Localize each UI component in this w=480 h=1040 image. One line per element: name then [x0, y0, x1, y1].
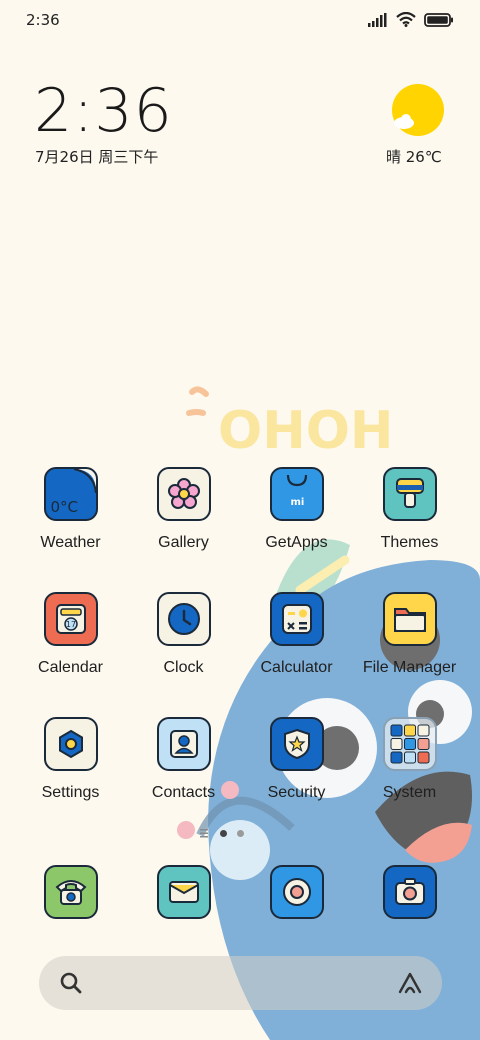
- message-icon: [156, 865, 211, 919]
- weather-widget-summary: 晴 26℃: [386, 148, 442, 166]
- weather-icon-text: 0°C: [50, 498, 79, 516]
- shield-icon: [269, 717, 324, 771]
- folder-icon: [382, 592, 437, 646]
- app-label: Themes: [380, 534, 439, 551]
- status-bar-time: 2:36: [26, 11, 60, 29]
- app-security[interactable]: Security: [240, 717, 353, 802]
- signal-icon: [368, 12, 387, 27]
- battery-icon: [424, 12, 453, 27]
- app-themes[interactable]: Themes: [353, 467, 466, 552]
- app-settings[interactable]: Settings: [14, 717, 127, 802]
- page-dot: [237, 829, 244, 837]
- app-label: File Manager: [362, 659, 457, 676]
- app-gallery[interactable]: Gallery: [127, 467, 240, 552]
- app-label: Contacts: [151, 784, 216, 801]
- app-file-manager[interactable]: File Manager: [353, 592, 466, 677]
- camera-icon: [382, 865, 437, 919]
- shopping-bag-icon: mi: [269, 467, 324, 521]
- app-label: Calendar: [38, 659, 103, 676]
- folder-grid-icon: [382, 717, 437, 771]
- getapps-icon-text: mi: [290, 497, 305, 508]
- search-icon: [60, 972, 82, 994]
- calendar-icon-text: 17: [65, 620, 75, 629]
- weather-icon: 0°C: [43, 467, 98, 521]
- calculator-icon: [269, 592, 324, 646]
- app-label: Calculator: [260, 659, 333, 676]
- dock-messages[interactable]: [127, 865, 240, 919]
- wallpaper-graffiti: OHOH: [218, 401, 393, 461]
- app-label: Weather: [40, 534, 101, 551]
- app-label: Settings: [41, 784, 100, 801]
- feed-lines-icon: [200, 829, 208, 838]
- dock-browser[interactable]: [240, 865, 353, 919]
- status-bar-icons: [368, 12, 454, 27]
- app-contacts[interactable]: Contacts: [127, 717, 240, 802]
- paint-roller-icon: [382, 467, 437, 521]
- app-clock[interactable]: Clock: [127, 592, 240, 677]
- clock-widget-time[interactable]: 2:36: [34, 76, 173, 146]
- page-dot-active: [220, 829, 227, 837]
- page-indicator[interactable]: [200, 828, 244, 838]
- dock-camera[interactable]: [353, 865, 466, 919]
- app-folder-system[interactable]: System: [353, 717, 466, 802]
- contact-card-icon: [156, 717, 211, 771]
- dock-phone[interactable]: [14, 865, 127, 919]
- app-calculator[interactable]: Calculator: [240, 592, 353, 677]
- phone-icon: [43, 865, 98, 919]
- search-bar[interactable]: [39, 956, 442, 1010]
- browser-icon: [269, 865, 324, 919]
- app-label: System: [382, 784, 437, 801]
- app-label: GetApps: [265, 534, 328, 551]
- clock-widget-date: 7月26日 周三下午: [35, 148, 159, 166]
- clock-icon: [156, 592, 211, 646]
- app-calendar[interactable]: 17 Calendar: [14, 592, 127, 677]
- sunny-weather-icon[interactable]: [392, 84, 444, 136]
- app-getapps[interactable]: mi GetApps: [240, 467, 353, 552]
- gear-icon: [43, 717, 98, 771]
- app-label: Clock: [163, 659, 204, 676]
- assistant-icon[interactable]: [396, 969, 424, 997]
- calendar-icon: 17: [43, 592, 98, 646]
- app-weather[interactable]: 0°C Weather: [14, 467, 127, 552]
- app-label: Gallery: [158, 534, 209, 551]
- wifi-icon: [396, 12, 416, 27]
- app-label: Security: [267, 784, 326, 801]
- flower-icon: [156, 467, 211, 521]
